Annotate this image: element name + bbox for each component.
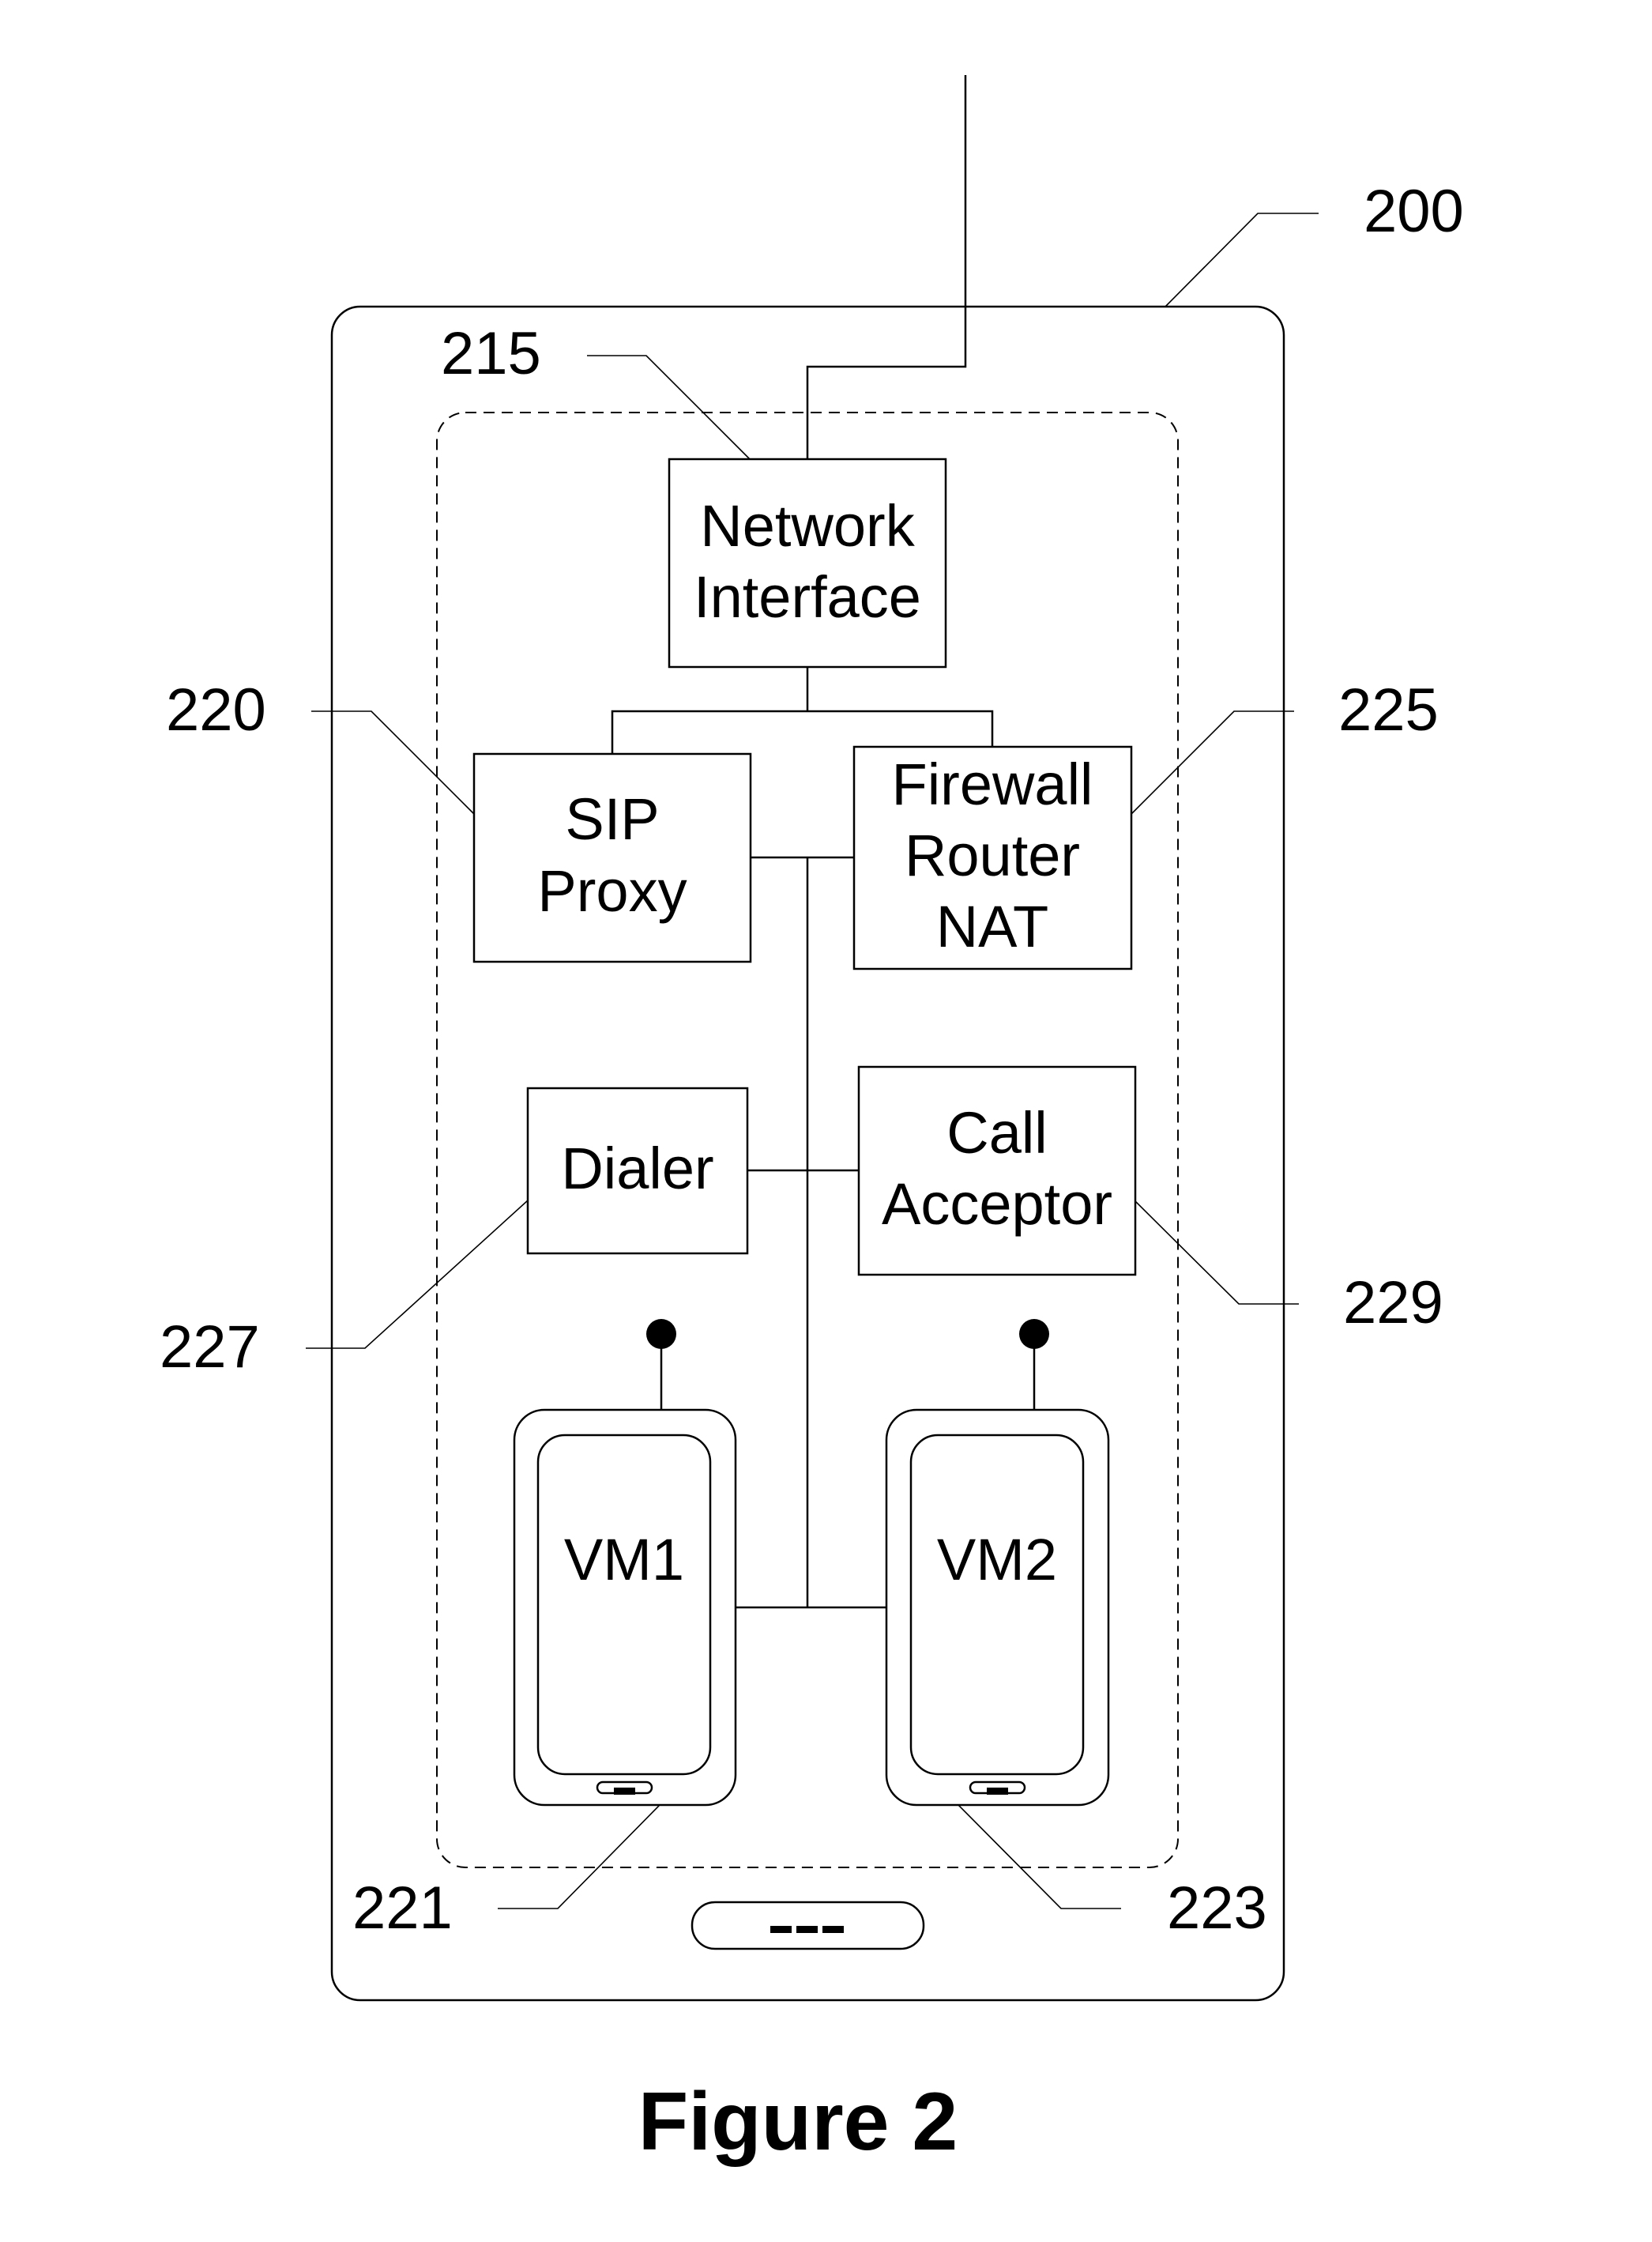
leader-225 — [1131, 710, 1294, 815]
leader-229 — [1135, 1200, 1299, 1305]
dialer-block: Dialer — [526, 1087, 749, 1255]
vm2-home-button-mark — [987, 1788, 1008, 1795]
call-acceptor-line2: Acceptor — [882, 1171, 1112, 1237]
ref-label-220: 220 — [166, 676, 266, 744]
firewall-line3: NAT — [936, 894, 1049, 959]
vm1-antenna-tip-icon — [646, 1319, 676, 1349]
leader-200 — [1165, 213, 1319, 307]
vm1-phone: VM1 — [513, 1319, 737, 1807]
network-interface-line2: Interface — [694, 564, 921, 630]
vm2-screen — [909, 1434, 1085, 1776]
vm1-screen — [536, 1434, 712, 1776]
ref-label-221: 221 — [352, 1875, 453, 1942]
device-home-button — [691, 1901, 925, 1950]
patent-figure: 200 Network Interface 215 SIP Proxy 220 … — [160, 75, 1464, 2168]
firewall-line1: Firewall — [892, 752, 1093, 817]
vm2-body — [885, 1408, 1110, 1807]
ref-label-223: 223 — [1167, 1875, 1267, 1942]
network-feed-line — [806, 75, 967, 459]
ref-label-227: 227 — [160, 1313, 260, 1381]
vm2-label: VM2 — [937, 1527, 1057, 1592]
sip-proxy-line1: SIP — [565, 786, 659, 852]
leader-215 — [587, 355, 751, 460]
call-acceptor-line1: Call — [946, 1100, 1047, 1166]
vm2-antenna-tip-icon — [1019, 1319, 1049, 1349]
leader-221 — [498, 1804, 660, 1909]
vm2-phone: VM2 — [885, 1319, 1110, 1807]
leader-227 — [306, 1200, 529, 1349]
vm1-label: VM1 — [564, 1527, 684, 1592]
vm1-home-button-mark — [614, 1788, 635, 1795]
network-interface-block: Network Interface — [668, 458, 947, 669]
ref-label-225: 225 — [1338, 676, 1439, 744]
vm1-body — [513, 1408, 737, 1807]
network-interface-line1: Network — [700, 493, 915, 559]
leader-220 — [311, 710, 475, 815]
dialer-label: Dialer — [561, 1136, 713, 1201]
sip-proxy-block: SIP Proxy — [472, 752, 752, 963]
three-dash-icon — [770, 1926, 844, 1933]
firewall-line2: Router — [905, 823, 1080, 888]
leader-223 — [958, 1804, 1121, 1909]
figure-caption: Figure 2 — [638, 2076, 958, 2168]
ref-label-200: 200 — [1364, 178, 1464, 245]
ref-label-215: 215 — [441, 320, 541, 387]
call-acceptor-block: Call Acceptor — [857, 1065, 1137, 1276]
sip-proxy-line2: Proxy — [537, 858, 687, 924]
ref-label-229: 229 — [1343, 1269, 1443, 1336]
firewall-router-nat-block: Firewall Router NAT — [852, 745, 1133, 970]
